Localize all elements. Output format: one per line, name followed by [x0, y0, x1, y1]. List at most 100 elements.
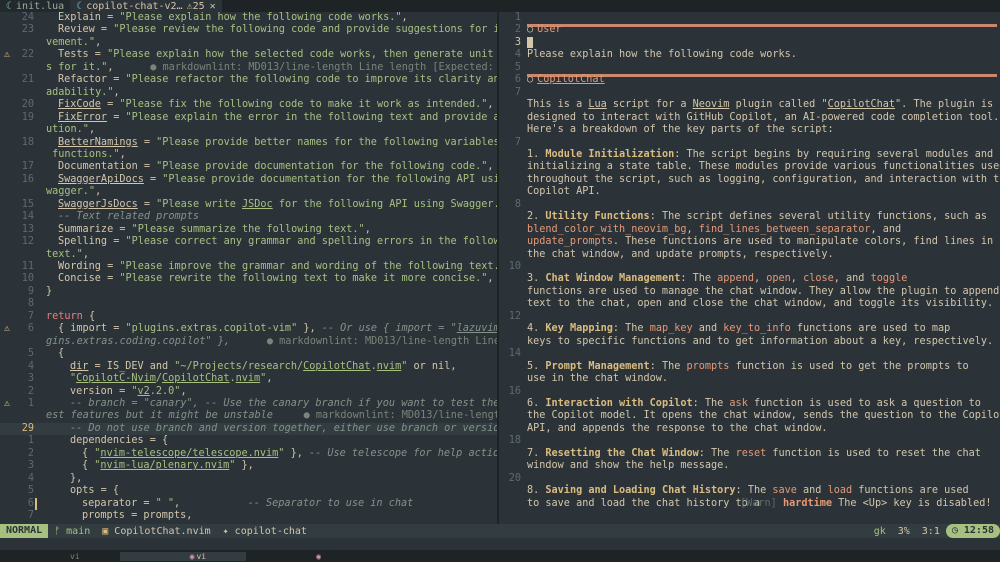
chat-line[interactable]: 8. Saving and Loading Chat History: The … [499, 485, 1000, 497]
tab-init-lua[interactable]: ☾ init.lua [0, 0, 70, 12]
editor-pane[interactable]: 24 Explain = "Please explain how the foll… [0, 12, 497, 524]
code-line[interactable]: 24 Explain = "Please explain how the foll… [0, 12, 497, 24]
code-line[interactable]: 5{ [0, 348, 497, 360]
copilot-chat-pane[interactable]: 1 2 ○ User 3 4 Please explain how the followin… [499, 12, 1000, 524]
chat-line[interactable]: 12 [499, 311, 1000, 323]
code-text: version = "v2.2.0", [70, 386, 187, 398]
tmux-window-2[interactable]: ◉ vi [119, 551, 247, 561]
code-line[interactable]: 20 FixCode = "Please fix the following co… [0, 99, 497, 111]
chat-line[interactable]: 5. Prompt Management: The prompts functi… [499, 361, 1000, 373]
code-text: -- branch = "canary", -- Use the canary … [70, 398, 497, 410]
code-token: for the following API using Swagger." [272, 198, 497, 210]
code-line[interactable]: 9} [0, 286, 497, 298]
chat-line[interactable]: use in the chat window. [499, 373, 1000, 385]
chat-line[interactable]: 4. Key Mapping: The map_key and key_to_i… [499, 323, 1000, 335]
code-line[interactable]: 17 Documentation = "Please provide docume… [0, 161, 497, 173]
code-line[interactable]: s for it.", ● markdownlint: MD013/line-l… [0, 62, 497, 74]
code-line[interactable]: 8 [0, 298, 497, 310]
code-line[interactable]: 13 Summarize = "Please summarize the foll… [0, 224, 497, 236]
code-line[interactable]: 29 -- Do not use branch and version toget… [0, 422, 497, 436]
chat-line[interactable]: 1. Module Initialization: The script beg… [499, 149, 1000, 161]
code-line[interactable]: functions.", [0, 149, 497, 161]
code-line[interactable]: 7 return { [0, 311, 497, 323]
code-line[interactable]: 4 dir = IS_DEV and "~/Projects/research/C… [0, 361, 497, 373]
chat-section-header[interactable]: 6 ○ CopilotChat [499, 74, 1000, 86]
code-line[interactable]: 10 Concise = "Please rewrite the followin… [0, 273, 497, 285]
code-line[interactable]: 6 separator = " ", -- Separator to use in… [0, 497, 497, 510]
chat-line[interactable]: 5 [499, 62, 1000, 74]
chat-line[interactable]: 20 [499, 473, 1000, 485]
chat-line[interactable]: functions are used to manage the chat wi… [499, 286, 1000, 298]
code-token: , and [833, 273, 871, 285]
code-line[interactable]: 21 Refactor = "Please refactor the follow… [0, 74, 497, 86]
chat-line[interactable]: text to the chat, open and close the cha… [499, 298, 1000, 310]
code-line[interactable]: wagger.", [0, 186, 497, 198]
tmux-window-1[interactable]: vi [0, 552, 120, 561]
chat-line[interactable]: 4 Please explain how the following code w… [499, 49, 1000, 61]
tab-copilot-chat[interactable]: ☾ copilot-chat-v2… ⚠ 25 ✕ [70, 0, 222, 12]
chat-line[interactable]: initializing a state table. These module… [499, 161, 1000, 173]
chat-line[interactable]: 14 [499, 348, 1000, 360]
text-cursor[interactable] [527, 36, 533, 50]
code-line[interactable]: 14 -- Text related prompts [0, 211, 497, 223]
chat-line[interactable]: 2. Utility Functions: The script defines… [499, 211, 1000, 223]
chat-line[interactable]: Copilot API. [499, 186, 1000, 198]
chat-line[interactable]: designed to interact with GitHub Copilot… [499, 112, 1000, 124]
chat-line[interactable]: blend_color_with_neovim_bg, find_lines_b… [499, 224, 1000, 236]
code-line[interactable]: 1 dependencies = { [0, 435, 497, 447]
code-token: lazuvim [456, 323, 497, 335]
code-line[interactable]: adability.", [0, 87, 497, 99]
code-token: key_to_info [723, 323, 791, 335]
code-text: Review = "Please review the following co… [58, 24, 497, 36]
chat-line[interactable]: 8 [499, 199, 1000, 211]
code-line[interactable]: 4}, [0, 473, 497, 485]
code-line[interactable]: 23 Review = "Please review the following … [0, 24, 497, 36]
code-line[interactable]: 12 Spelling = "Please correct any grammar… [0, 236, 497, 248]
code-line[interactable]: ⚠ 22 Tests = "Please explain how the selec… [0, 49, 497, 61]
chat-line[interactable]: the Copilot model. It opens the chat win… [499, 410, 1000, 422]
code-line[interactable]: gins.extras.coding.copilot" }, ● markdow… [0, 336, 497, 348]
close-icon[interactable]: ✕ [210, 1, 216, 12]
code-line[interactable]: 2 { "nvim-telescope/telescope.nvim" }, --… [0, 448, 497, 460]
code-token: : The script defines several utility fun… [649, 211, 988, 223]
code-line[interactable]: ution.", [0, 124, 497, 136]
code-line[interactable]: 19 FixError = "Please explain the error i… [0, 112, 497, 124]
code-line[interactable]: 3 "CopilotC-Nvim/CopilotChat.nvim", [0, 373, 497, 385]
code-line[interactable]: 18 BetterNamings = "Please provide better… [0, 137, 497, 149]
chat-line[interactable]: 18 [499, 435, 1000, 447]
chat-line[interactable]: throughout the script, such as logging, … [499, 174, 1000, 186]
chat-line[interactable]: API, and appends the response to the cha… [499, 423, 1000, 435]
chat-line[interactable]: This is a Lua script for a Neovim plugin… [499, 99, 1000, 111]
code-token: function is used to ask a question to [747, 397, 981, 409]
chat-line[interactable]: 7 [499, 87, 1000, 99]
chat-line[interactable]: the chat window, and update prompts, res… [499, 249, 1000, 261]
chat-line[interactable]: 7. Resetting the Chat Window: The reset … [499, 448, 1000, 460]
chat-line[interactable]: keys to specific functions and to get in… [499, 336, 1000, 348]
command-line[interactable] [0, 538, 1000, 550]
code-token: API, and appends the response to the cha… [527, 422, 828, 434]
code-line[interactable]: vement.", [0, 37, 497, 49]
chat-line[interactable]: 3. Chat Window Management: The append, o… [499, 273, 1000, 285]
chat-line[interactable]: 16 [499, 386, 1000, 398]
chat-line[interactable]: 6. Interaction with Copilot: The ask fun… [499, 398, 1000, 410]
code-line[interactable]: 2 version = "v2.2.0", [0, 386, 497, 398]
chat-line[interactable]: 1 [499, 12, 1000, 24]
code-line[interactable]: 15 SwaggerJsDocs = "Please write JSDoc fo… [0, 199, 497, 211]
code-line[interactable]: 7 prompts = prompts, [0, 510, 497, 522]
code-line[interactable]: 5 opts = { [0, 485, 497, 497]
chat-section-header[interactable]: 2 ○ User [499, 24, 1000, 36]
chat-line[interactable]: 7 [499, 137, 1000, 149]
tmux-window-3[interactable]: ◉ [246, 552, 363, 561]
chat-line[interactable]: Here's a breakdown of the key parts of t… [499, 124, 1000, 136]
code-line[interactable]: ⚠ 1 -- branch = "canary", -- Use the canar… [0, 398, 497, 410]
code-line[interactable]: 3 { "nvim-lua/plenary.nvim" }, [0, 460, 497, 472]
code-line[interactable]: text.", [0, 249, 497, 261]
chat-line[interactable]: 10 [499, 261, 1000, 273]
code-line[interactable]: ⚠ 6 { import = "plugins.extras.copilot-vim… [0, 323, 497, 335]
chat-line[interactable]: update_prompts. These functions are used… [499, 236, 1000, 248]
code-line[interactable]: 11 Wording = "Please improve the grammar … [0, 261, 497, 273]
code-line[interactable]: 16 SwaggerApiDocs = "Please provide docum… [0, 174, 497, 186]
chat-line[interactable]: 3 [499, 36, 1000, 50]
code-line[interactable]: est features but it might be unstable ● … [0, 410, 497, 422]
chat-line[interactable]: window and show the help message. [499, 460, 1000, 472]
